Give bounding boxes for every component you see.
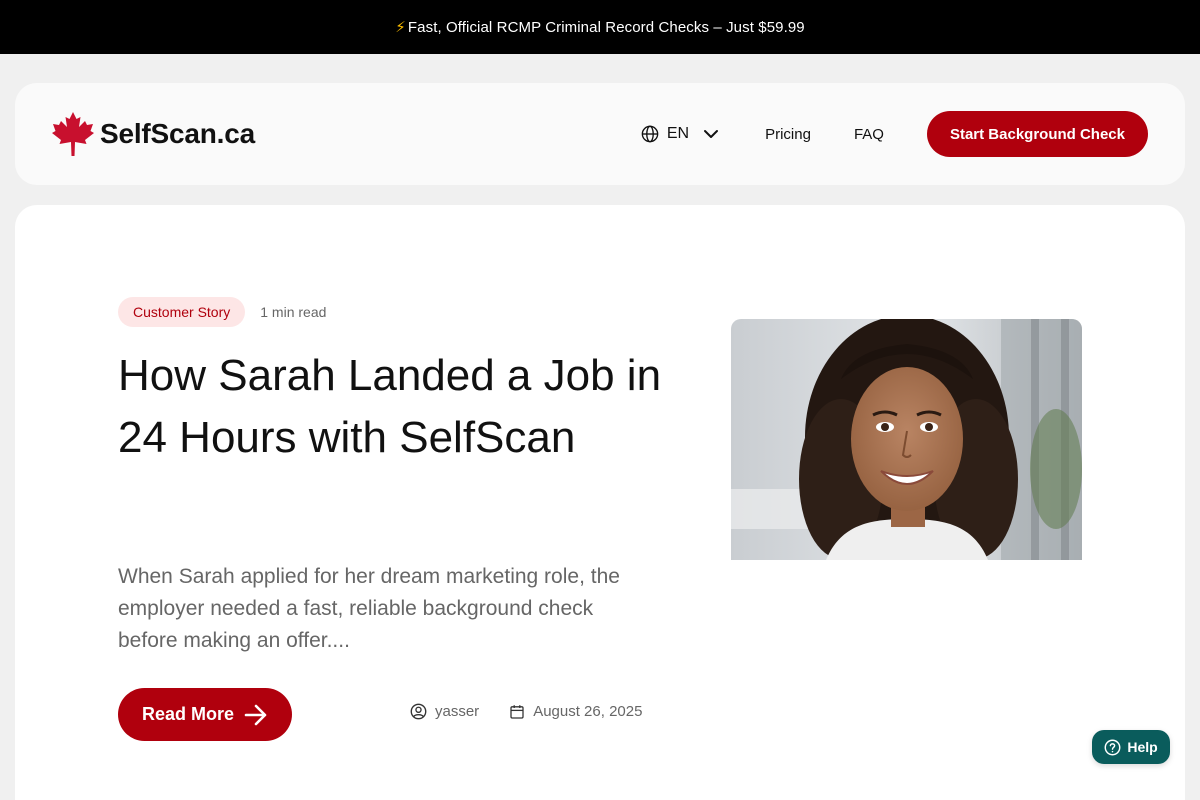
post-excerpt: When Sarah applied for her dream marketi… <box>118 565 620 652</box>
publish-date: August 26, 2025 <box>509 703 642 720</box>
post-meta: Customer Story 1 min read <box>118 297 326 327</box>
date-text: August 26, 2025 <box>533 703 643 720</box>
author: yasser <box>410 703 479 720</box>
language-label: EN <box>666 125 690 142</box>
read-time: 1 min read <box>260 304 327 320</box>
main-nav: EN Pricing FAQ Start Background Check <box>641 111 1148 157</box>
arrow-right-icon <box>244 704 267 725</box>
author-name[interactable]: yasser <box>435 703 479 720</box>
nav-faq-link[interactable]: FAQ <box>854 126 884 143</box>
announcement-bar: ⚡ Fast, Official RCMP Criminal Record Ch… <box>0 0 1200 54</box>
featured-post-card: Customer Story 1 min read How Sarah Land… <box>15 205 1185 800</box>
help-button[interactable]: Help <box>1092 730 1170 764</box>
post-featured-image[interactable] <box>731 319 1082 560</box>
language-selector[interactable]: EN <box>641 125 719 143</box>
post-title[interactable]: How Sarah Landed a Job in 24 Hours with … <box>118 345 678 469</box>
globe-icon <box>641 125 659 143</box>
site-header: SelfScan.ca EN Pricing FAQ Start Backgro… <box>15 83 1185 185</box>
calendar-icon <box>510 704 524 719</box>
logo-text: SelfScan.ca <box>100 118 255 149</box>
start-background-check-button[interactable]: Start Background Check <box>926 111 1148 157</box>
logo[interactable]: SelfScan.ca <box>52 112 255 156</box>
maple-leaf-icon <box>52 112 94 156</box>
lightning-icon: ⚡ <box>395 19 406 36</box>
question-circle-icon <box>1104 739 1121 755</box>
portrait-photo <box>731 319 1082 560</box>
announcement-text: Fast, Official RCMP Criminal Record Chec… <box>407 18 805 36</box>
user-circle-icon <box>410 703 427 720</box>
nav-pricing-link[interactable]: Pricing <box>765 126 811 143</box>
read-more-label: Read More <box>141 704 235 724</box>
category-badge[interactable]: Customer Story <box>118 297 246 327</box>
post-byline: yasser August 26, 2025 <box>410 703 642 720</box>
chevron-down-icon <box>704 130 719 138</box>
read-more-button[interactable]: Read More <box>118 688 292 741</box>
help-label: Help <box>1127 739 1158 755</box>
